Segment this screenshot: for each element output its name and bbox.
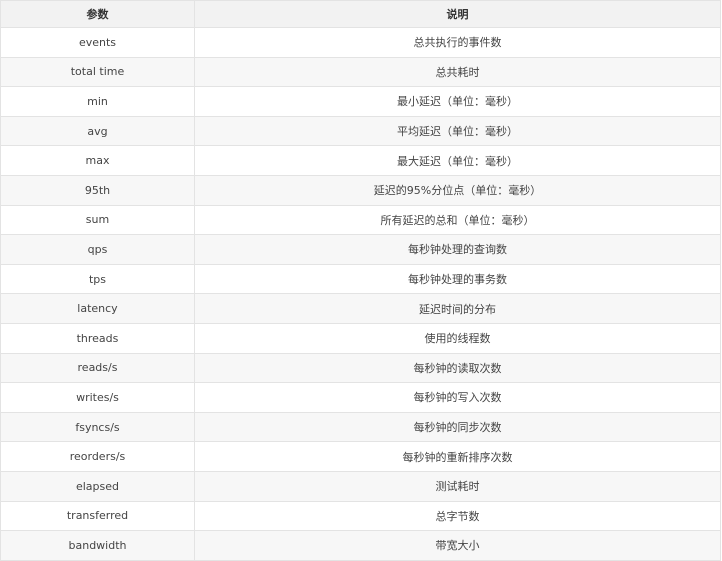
table-row: min 最小延迟（单位：毫秒） [0, 86, 721, 117]
table-row: threads 使用的线程数 [0, 322, 721, 354]
description-cell: 每秒钟的读取次数 [194, 352, 721, 384]
table-body: events 总共执行的事件数 total time 总共耗时 min 最小延迟… [0, 27, 721, 561]
table-row: events 总共执行的事件数 [0, 27, 721, 58]
param-cell: events [0, 27, 195, 58]
table-row: elapsed 测试耗时 [0, 470, 721, 502]
table-row: max 最大延迟（单位：毫秒） [0, 145, 721, 176]
param-cell: transferred [0, 500, 195, 532]
param-cell: total time [0, 56, 195, 88]
param-cell: min [0, 86, 195, 117]
param-cell: qps [0, 234, 195, 265]
table-header: 参数 说明 [0, 0, 721, 28]
table-row: fsyncs/s 每秒钟的同步次数 [0, 411, 721, 443]
description-cell: 每秒钟的写入次数 [194, 382, 721, 413]
header-row: 参数 说明 [0, 0, 721, 28]
param-cell: reads/s [0, 352, 195, 384]
description-cell: 使用的线程数 [194, 322, 721, 354]
description-cell: 平均延迟（单位：毫秒） [194, 115, 721, 147]
param-cell: fsyncs/s [0, 411, 195, 443]
description-cell: 总共耗时 [194, 56, 721, 88]
table-row: 95th 延迟的95%分位点（单位：毫秒） [0, 174, 721, 206]
parameters-table: 参数 说明 events 总共执行的事件数 total time 总共耗时 mi… [0, 0, 721, 561]
param-cell: writes/s [0, 382, 195, 413]
header-description: 说明 [194, 0, 721, 28]
description-cell: 总共执行的事件数 [194, 27, 721, 58]
table-row: tps 每秒钟处理的事务数 [0, 263, 721, 295]
description-cell: 每秒钟的同步次数 [194, 411, 721, 443]
header-param: 参数 [0, 0, 195, 28]
description-cell: 每秒钟的重新排序次数 [194, 441, 721, 472]
table-row: sum 所有延迟的总和（单位：毫秒） [0, 204, 721, 236]
description-cell: 所有延迟的总和（单位：毫秒） [194, 204, 721, 236]
param-cell: max [0, 145, 195, 176]
param-cell: 95th [0, 174, 195, 206]
description-cell: 带宽大小 [194, 530, 721, 561]
param-cell: latency [0, 293, 195, 324]
table-row: total time 总共耗时 [0, 56, 721, 88]
description-cell: 每秒钟处理的查询数 [194, 234, 721, 265]
table-row: latency 延迟时间的分布 [0, 293, 721, 324]
param-cell: bandwidth [0, 530, 195, 561]
param-cell: tps [0, 263, 195, 295]
table-row: writes/s 每秒钟的写入次数 [0, 382, 721, 413]
description-cell: 总字节数 [194, 500, 721, 532]
table-row: avg 平均延迟（单位：毫秒） [0, 115, 721, 147]
table-row: qps 每秒钟处理的查询数 [0, 234, 721, 265]
description-cell: 最大延迟（单位：毫秒） [194, 145, 721, 176]
table-row: reorders/s 每秒钟的重新排序次数 [0, 441, 721, 472]
param-cell: threads [0, 322, 195, 354]
param-cell: avg [0, 115, 195, 147]
param-cell: sum [0, 204, 195, 236]
description-cell: 延迟时间的分布 [194, 293, 721, 324]
param-cell: elapsed [0, 470, 195, 502]
description-cell: 测试耗时 [194, 470, 721, 502]
param-cell: reorders/s [0, 441, 195, 472]
table-row: reads/s 每秒钟的读取次数 [0, 352, 721, 384]
table-row: bandwidth 带宽大小 [0, 530, 721, 561]
description-cell: 最小延迟（单位：毫秒） [194, 86, 721, 117]
description-cell: 延迟的95%分位点（单位：毫秒） [194, 174, 721, 206]
table-row: transferred 总字节数 [0, 500, 721, 532]
description-cell: 每秒钟处理的事务数 [194, 263, 721, 295]
